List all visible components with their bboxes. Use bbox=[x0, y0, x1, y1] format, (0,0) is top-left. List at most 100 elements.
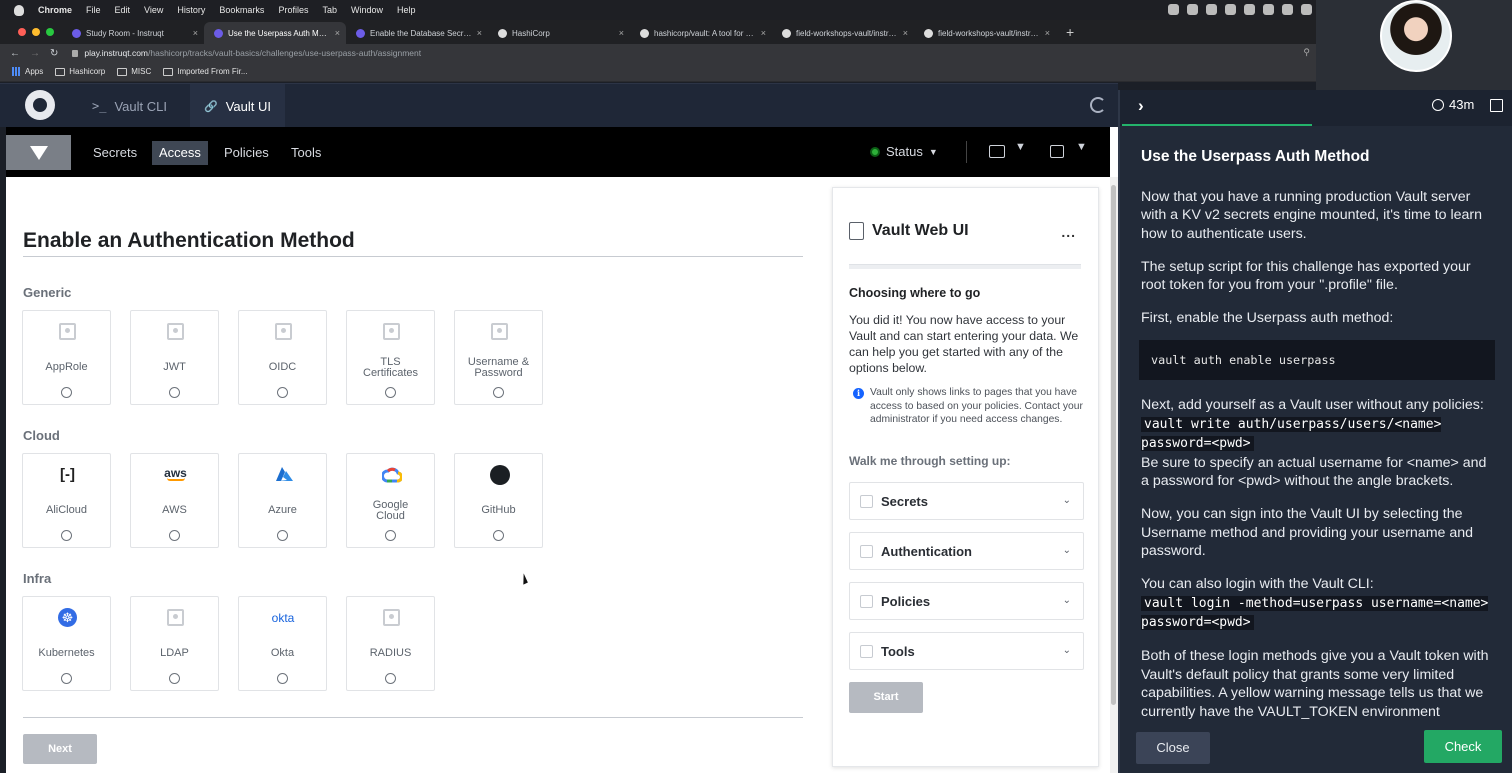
console-icon[interactable] bbox=[989, 145, 1005, 158]
checkbox[interactable] bbox=[860, 545, 873, 558]
vault-logo-icon[interactable] bbox=[6, 135, 71, 170]
close-tab-icon[interactable]: × bbox=[619, 28, 624, 38]
chevron-down-icon[interactable]: ▼ bbox=[1076, 141, 1087, 153]
zoom-icon[interactable]: ⚲ bbox=[1303, 47, 1310, 58]
check-button[interactable]: Check bbox=[1424, 730, 1502, 763]
nav-access[interactable]: Access bbox=[152, 141, 208, 165]
scrollbar[interactable] bbox=[1110, 177, 1118, 773]
radio-okta[interactable] bbox=[277, 673, 288, 684]
browser-tab[interactable]: HashiCorp × bbox=[488, 22, 630, 44]
radio-azure[interactable] bbox=[277, 530, 288, 541]
bookmark-imported[interactable]: Imported From Fir... bbox=[163, 67, 247, 76]
collapse-panel-icon[interactable]: › bbox=[1138, 96, 1144, 116]
auth-card-ldap[interactable]: LDAP bbox=[130, 596, 219, 691]
bookmark-hashicorp[interactable]: Hashicorp bbox=[55, 67, 105, 76]
bookmark-misc[interactable]: MISC bbox=[117, 67, 151, 76]
minimize-window-button[interactable] bbox=[32, 28, 40, 36]
tab-vault-ui[interactable]: 🔗 Vault UI bbox=[190, 84, 285, 128]
menu-history[interactable]: History bbox=[177, 5, 205, 15]
auth-card-github[interactable]: GitHub bbox=[454, 453, 543, 548]
menu-view[interactable]: View bbox=[144, 5, 163, 15]
next-button[interactable]: Next bbox=[23, 734, 97, 764]
start-button[interactable]: Start bbox=[849, 682, 923, 713]
browser-tab[interactable]: Study Room - Instruqt × bbox=[62, 22, 204, 44]
radio-tls[interactable] bbox=[385, 387, 396, 398]
radio-alicloud[interactable] bbox=[61, 530, 72, 541]
auth-card-oidc[interactable]: OIDC bbox=[238, 310, 327, 405]
nav-tools[interactable]: Tools bbox=[284, 141, 328, 165]
menu-edit[interactable]: Edit bbox=[115, 5, 131, 15]
auth-card-kubernetes[interactable]: ☸ Kubernetes bbox=[22, 596, 111, 691]
auth-card-alicloud[interactable]: [-] AliCloud bbox=[22, 453, 111, 548]
radio-github[interactable] bbox=[493, 530, 504, 541]
wizard-item-tools[interactable]: Tools ⌄ bbox=[849, 632, 1084, 670]
browser-tab[interactable]: field-workshops-vault/instruqt × bbox=[772, 22, 914, 44]
tray-icon[interactable] bbox=[1244, 4, 1255, 15]
auth-card-tls[interactable]: TLS Certificates bbox=[346, 310, 435, 405]
auth-card-radius[interactable]: RADIUS bbox=[346, 596, 435, 691]
radio-aws[interactable] bbox=[169, 530, 180, 541]
auth-card-okta[interactable]: okta Okta bbox=[238, 596, 327, 691]
nav-policies[interactable]: Policies bbox=[217, 141, 276, 165]
tray-icon[interactable] bbox=[1282, 4, 1293, 15]
nav-secrets[interactable]: Secrets bbox=[86, 141, 144, 165]
refresh-icon[interactable] bbox=[1090, 97, 1106, 113]
inline-code[interactable]: vault login -method=userpass username=<n… bbox=[1141, 595, 1489, 630]
close-tab-icon[interactable]: × bbox=[903, 28, 908, 38]
code-block[interactable]: vault auth enable userpass bbox=[1139, 340, 1495, 380]
tray-icon[interactable] bbox=[1187, 4, 1198, 15]
inline-code[interactable]: vault write auth/userpass/users/<name> p… bbox=[1141, 416, 1442, 451]
new-tab-button[interactable]: + bbox=[1056, 24, 1084, 44]
browser-tab[interactable]: hashicorp/vault: A tool for secr × bbox=[630, 22, 772, 44]
status-menu[interactable]: Status ▼ bbox=[870, 144, 938, 159]
radio-oidc[interactable] bbox=[277, 387, 288, 398]
close-tab-icon[interactable]: × bbox=[477, 28, 482, 38]
notes-icon[interactable] bbox=[1490, 99, 1503, 112]
radio-ldap[interactable] bbox=[169, 673, 180, 684]
close-button[interactable]: Close bbox=[1136, 732, 1210, 764]
radio-approle[interactable] bbox=[61, 387, 72, 398]
scrollbar-thumb[interactable] bbox=[1111, 185, 1116, 705]
menu-file[interactable]: File bbox=[86, 5, 101, 15]
apple-icon[interactable] bbox=[14, 4, 24, 16]
auth-card-azure[interactable]: Azure bbox=[238, 453, 327, 548]
browser-tab[interactable]: Enable the Database Secrets E × bbox=[346, 22, 488, 44]
menu-tab[interactable]: Tab bbox=[322, 5, 337, 15]
tray-icon[interactable] bbox=[1263, 4, 1274, 15]
checkbox[interactable] bbox=[860, 595, 873, 608]
bookmark-apps[interactable]: Apps bbox=[12, 67, 43, 76]
wizard-item-secrets[interactable]: Secrets ⌄ bbox=[849, 482, 1084, 520]
forward-icon[interactable]: → bbox=[30, 48, 40, 59]
radio-kubernetes[interactable] bbox=[61, 673, 72, 684]
radio-jwt[interactable] bbox=[169, 387, 180, 398]
menu-profiles[interactable]: Profiles bbox=[278, 5, 308, 15]
menu-window[interactable]: Window bbox=[351, 5, 383, 15]
auth-card-jwt[interactable]: JWT bbox=[130, 310, 219, 405]
tray-icon[interactable] bbox=[1225, 4, 1236, 15]
tray-icon[interactable] bbox=[1168, 4, 1179, 15]
menu-bookmarks[interactable]: Bookmarks bbox=[219, 5, 264, 15]
radio-google-cloud[interactable] bbox=[385, 530, 396, 541]
close-window-button[interactable] bbox=[18, 28, 26, 36]
tab-vault-cli[interactable]: >_ Vault CLI bbox=[78, 84, 181, 128]
back-icon[interactable]: ← bbox=[10, 48, 20, 59]
tray-icon[interactable] bbox=[1206, 4, 1217, 15]
user-menu-icon[interactable] bbox=[1050, 145, 1064, 158]
checkbox[interactable] bbox=[860, 645, 873, 658]
close-tab-icon[interactable]: × bbox=[761, 28, 766, 38]
close-tab-icon[interactable]: × bbox=[1045, 28, 1050, 38]
close-tab-icon[interactable]: × bbox=[335, 28, 340, 38]
auth-card-approle[interactable]: AppRole bbox=[22, 310, 111, 405]
wizard-item-policies[interactable]: Policies ⌄ bbox=[849, 582, 1084, 620]
address-bar[interactable]: play.instruqt.com/hashicorp/tracks/vault… bbox=[72, 48, 421, 58]
auth-card-userpass[interactable]: Username & Password bbox=[454, 310, 543, 405]
wizard-item-authentication[interactable]: Authentication ⌄ bbox=[849, 532, 1084, 570]
auth-card-google-cloud[interactable]: Google Cloud bbox=[346, 453, 435, 548]
close-tab-icon[interactable]: × bbox=[193, 28, 198, 38]
browser-tab-active[interactable]: Use the Userpass Auth Method × bbox=[204, 22, 346, 44]
checkbox[interactable] bbox=[860, 495, 873, 508]
browser-tab[interactable]: field-workshops-vault/instruqt × bbox=[914, 22, 1056, 44]
radio-radius[interactable] bbox=[385, 673, 396, 684]
auth-card-aws[interactable]: aws AWS bbox=[130, 453, 219, 548]
zoom-window-button[interactable] bbox=[46, 28, 54, 36]
